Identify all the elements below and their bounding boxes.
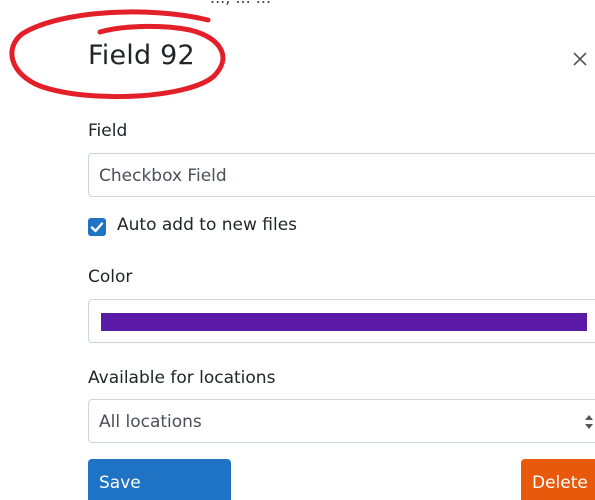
close-button[interactable]: [566, 44, 595, 74]
cropped-text: ..., ... ...: [210, 0, 271, 7]
color-input[interactable]: [88, 299, 595, 343]
cropped-text-fragment: ..., ... ...: [0, 0, 595, 10]
locations-select[interactable]: All locations: [88, 399, 595, 443]
color-label: Color: [88, 267, 133, 287]
color-swatch: [101, 313, 587, 331]
close-icon: [573, 52, 587, 66]
locations-label: Available for locations: [88, 368, 276, 388]
locations-select-value: All locations: [99, 412, 202, 432]
field-label: Field: [88, 121, 128, 141]
modal-dialog: ..., ... ... Field 92 Field Checkbox Fie…: [0, 0, 595, 500]
checkmark-icon: [90, 222, 104, 233]
delete-button[interactable]: Delete: [521, 459, 595, 500]
field-input[interactable]: Checkbox Field: [88, 153, 595, 197]
auto-add-checkbox[interactable]: [88, 218, 106, 236]
save-changes-button[interactable]: Save Changes: [88, 459, 231, 500]
field-input-value: Checkbox Field: [99, 166, 227, 186]
modal-title: Field 92: [88, 40, 195, 71]
auto-add-label[interactable]: Auto add to new files: [117, 215, 297, 235]
select-arrows-icon: [585, 415, 593, 429]
